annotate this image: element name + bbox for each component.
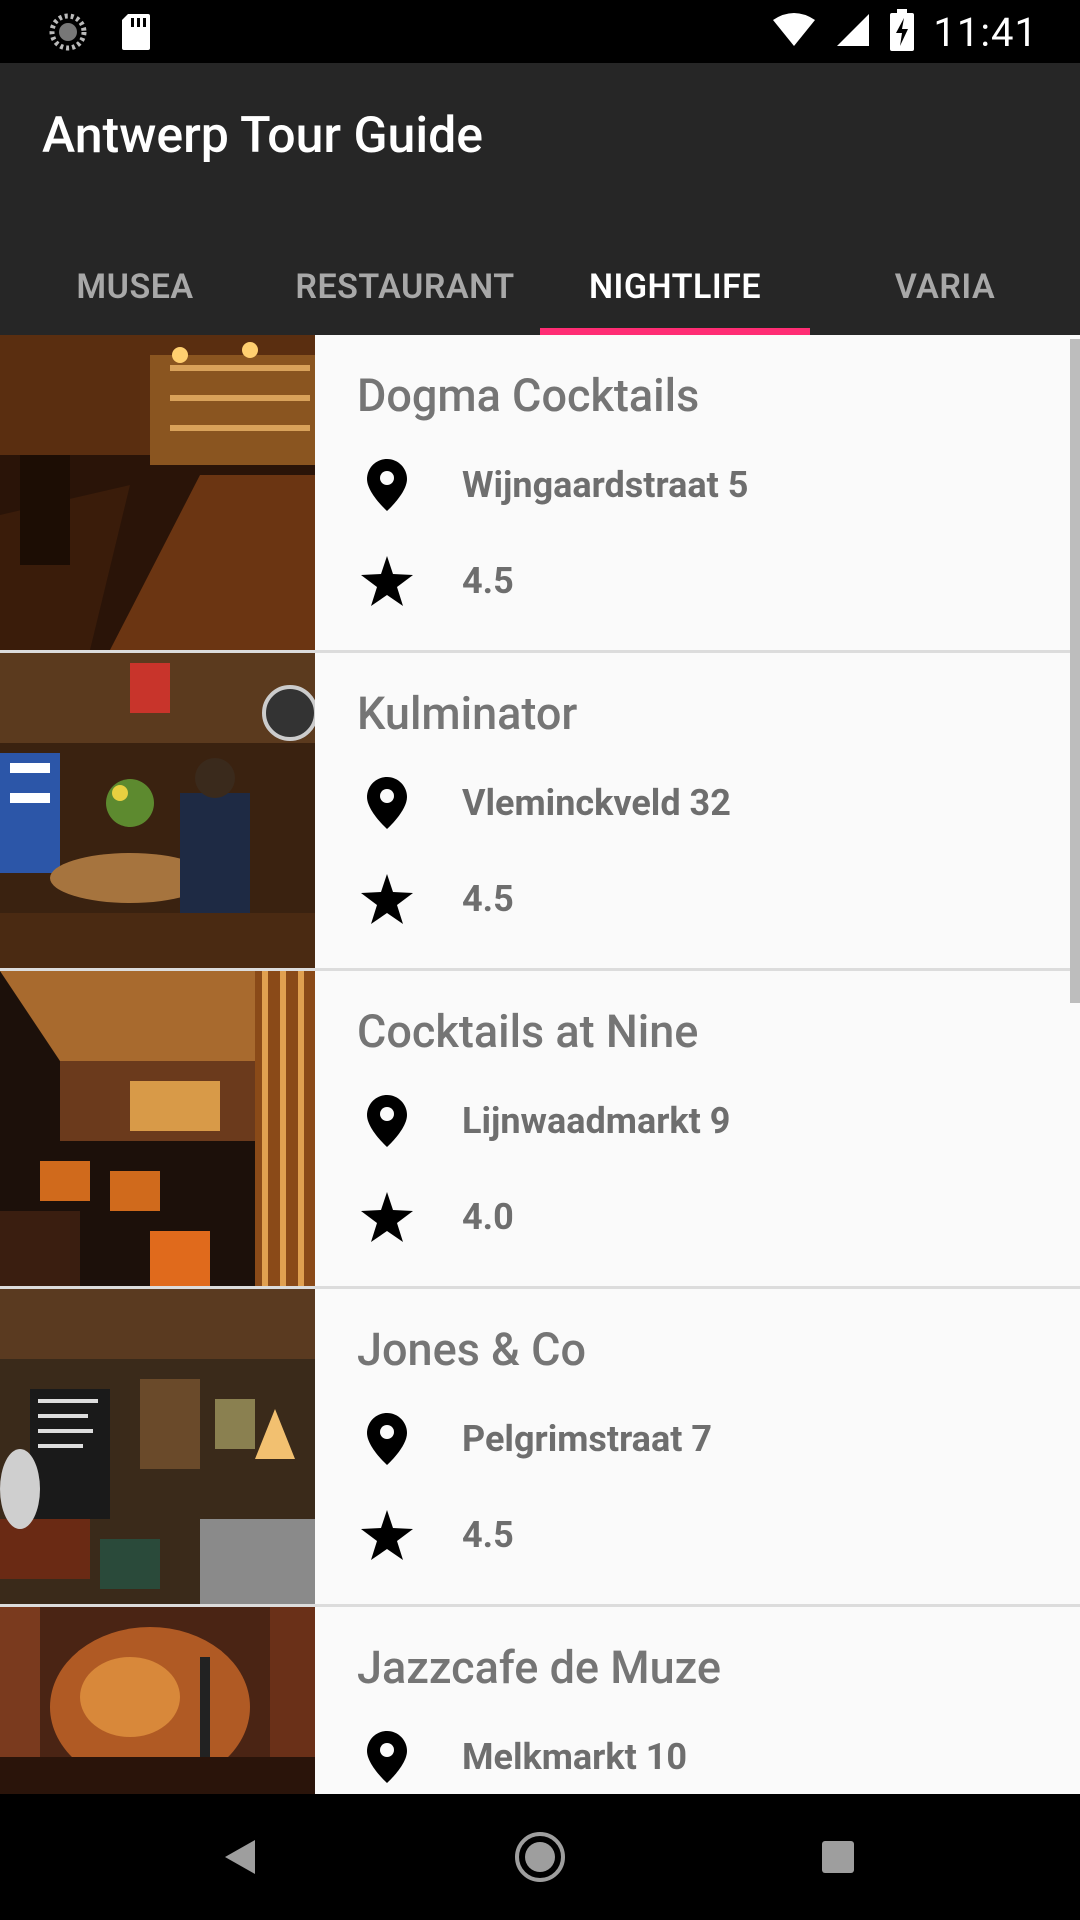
wifi-icon — [771, 12, 817, 52]
venue-photo — [0, 971, 315, 1286]
tab-nightlife[interactable]: NIGHTLIFE — [540, 247, 810, 335]
venue-name: Jones & Co — [357, 1323, 586, 1376]
star-icon — [357, 1505, 417, 1565]
venue-address: Lijnwaadmarkt 9 — [462, 1100, 731, 1142]
list-item[interactable]: Cocktails at Nine Lijnwaadmarkt 9 4.0 — [0, 971, 1080, 1289]
list-item[interactable]: Dogma Cocktails Wijngaardstraat 5 4.5 — [0, 335, 1080, 653]
location-pin-icon — [357, 773, 417, 833]
home-button[interactable] — [505, 1822, 575, 1892]
star-icon — [357, 869, 417, 929]
list-item[interactable]: Kulminator Vleminckveld 32 4.5 — [0, 653, 1080, 971]
venue-rating-row: 4.5 — [357, 869, 514, 929]
location-pin-icon — [357, 1409, 417, 1469]
venue-address: Melkmarkt 10 — [462, 1736, 688, 1778]
venue-rating: 4.5 — [462, 1514, 514, 1556]
venue-photo — [0, 1607, 315, 1794]
recents-button[interactable] — [803, 1822, 873, 1892]
nightlife-list[interactable]: Dogma Cocktails Wijngaardstraat 5 4.5 Ku… — [0, 335, 1080, 1794]
app-bar: Antwerp Tour Guide MUSEA RESTAURANT NIGH… — [0, 63, 1080, 335]
venue-address-row: Vleminckveld 32 — [357, 773, 731, 833]
venue-name: Jazzcafe de Muze — [357, 1641, 721, 1694]
star-icon — [357, 551, 417, 611]
venue-photo — [0, 335, 315, 650]
venue-photo — [0, 653, 315, 968]
battery-charging-icon — [889, 9, 915, 55]
sync-icon — [48, 12, 88, 56]
location-pin-icon — [357, 1091, 417, 1151]
venue-rating: 4.5 — [462, 560, 514, 602]
venue-photo — [0, 1289, 315, 1604]
venue-rating-row: 4.5 — [357, 551, 514, 611]
tab-musea[interactable]: MUSEA — [0, 247, 270, 335]
tab-restaurant[interactable]: RESTAURANT — [270, 247, 540, 335]
venue-rating: 4.0 — [462, 1196, 514, 1238]
venue-rating-row: 4.0 — [357, 1187, 514, 1247]
location-pin-icon — [357, 1727, 417, 1787]
location-pin-icon — [357, 455, 417, 515]
venue-address-row: Melkmarkt 10 — [357, 1727, 687, 1787]
sd-card-icon — [120, 12, 152, 56]
venue-rating: 4.5 — [462, 878, 514, 920]
venue-name: Cocktails at Nine — [357, 1005, 699, 1058]
venue-address-row: Pelgrimstraat 7 — [357, 1409, 712, 1469]
scrollbar[interactable] — [1070, 339, 1080, 1003]
venue-address-row: Lijnwaadmarkt 9 — [357, 1091, 730, 1151]
star-icon — [357, 1187, 417, 1247]
venue-address: Pelgrimstraat 7 — [462, 1418, 712, 1460]
navigation-bar — [0, 1794, 1080, 1920]
back-button[interactable] — [205, 1822, 275, 1892]
tab-varia[interactable]: VARIA — [810, 247, 1080, 335]
venue-address: Wijngaardstraat 5 — [462, 464, 749, 506]
tab-bar: MUSEA RESTAURANT NIGHTLIFE VARIA — [0, 247, 1080, 335]
app-title: Antwerp Tour Guide — [42, 107, 484, 165]
venue-address-row: Wijngaardstraat 5 — [357, 455, 748, 515]
venue-address: Vleminckveld 32 — [462, 782, 731, 824]
status-bar: 11:41 — [0, 0, 1080, 63]
status-time: 11:41 — [933, 8, 1038, 56]
venue-name: Dogma Cocktails — [357, 369, 700, 422]
venue-rating-row: 4.5 — [357, 1505, 514, 1565]
signal-icon — [835, 12, 871, 52]
venue-name: Kulminator — [357, 687, 578, 740]
list-item[interactable]: Jones & Co Pelgrimstraat 7 4.5 — [0, 1289, 1080, 1607]
list-item[interactable]: Jazzcafe de Muze Melkmarkt 10 — [0, 1607, 1080, 1794]
